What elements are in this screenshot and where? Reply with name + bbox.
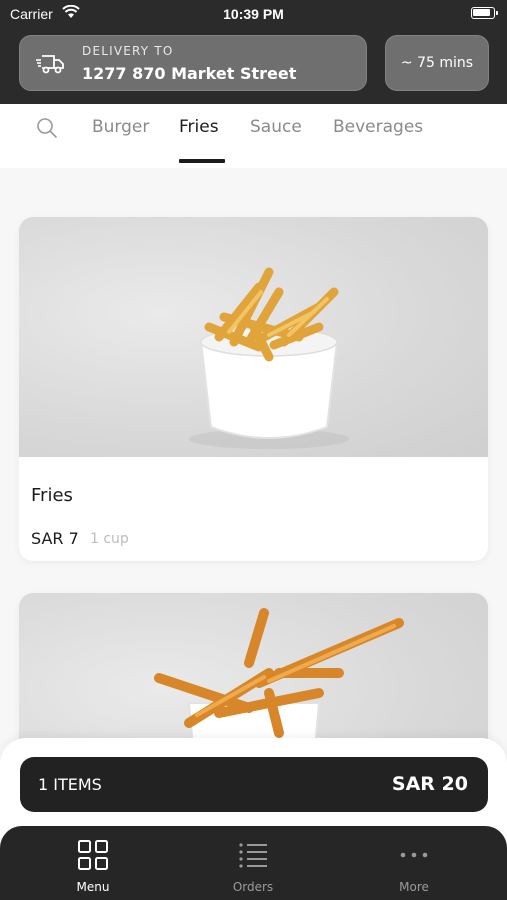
nav-orders[interactable]: Orders [193, 826, 313, 900]
battery-icon [471, 7, 498, 19]
search-icon[interactable] [36, 117, 58, 139]
more-dots-icon [400, 852, 428, 858]
delivery-address: 1277 870 Market Street [82, 64, 297, 83]
status-bar: Carrier 10:39 PM [0, 0, 507, 28]
tab-beverages[interactable]: Beverages [333, 117, 423, 137]
product-price: SAR 7 [31, 529, 79, 548]
view-cart-button[interactable]: 1 ITEMS SAR 20 [20, 757, 488, 812]
delivery-label: DELIVERY TO [82, 44, 174, 58]
product-name: Fries [31, 485, 73, 506]
product-unit: 1 cup [90, 531, 129, 547]
active-tab-indicator [179, 159, 225, 163]
nav-menu-label: Menu [76, 880, 110, 894]
app-header: Carrier 10:39 PM DELIVERY TO 1277 870 Ma… [0, 0, 507, 104]
tab-burger[interactable]: Burger [92, 117, 149, 137]
cart-item-count: 1 ITEMS [38, 775, 102, 794]
bottom-navigation: Menu Orders More [0, 826, 507, 900]
product-image [19, 217, 488, 457]
nav-more-label: More [399, 880, 429, 894]
nav-orders-label: Orders [232, 880, 274, 894]
fries-cup-image [189, 267, 349, 449]
cart-total: SAR 20 [391, 773, 468, 795]
tab-sauce[interactable]: Sauce [250, 117, 302, 137]
nav-menu[interactable]: Menu [33, 826, 153, 900]
nav-more[interactable]: More [354, 826, 474, 900]
product-card[interactable]: Fries SAR 7 1 cup [19, 217, 488, 561]
grid-icon [78, 840, 108, 870]
tab-fries[interactable]: Fries [179, 117, 219, 137]
delivery-truck-icon [36, 55, 64, 74]
delivery-address-button[interactable]: DELIVERY TO 1277 870 Market Street [19, 35, 367, 91]
list-icon [239, 843, 267, 868]
status-time: 10:39 PM [223, 6, 284, 22]
eta-button[interactable]: ~ 75 mins [385, 35, 489, 91]
